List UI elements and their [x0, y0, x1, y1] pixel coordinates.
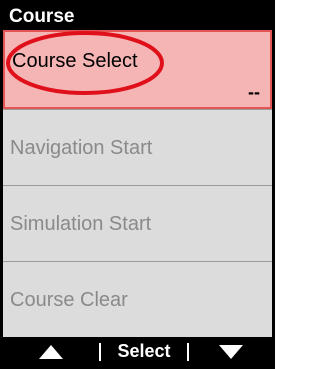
down-button[interactable] [189, 337, 272, 366]
menu-item-simulation-start[interactable]: Simulation Start [3, 185, 272, 261]
page-title: Course [3, 3, 272, 30]
menu-item-value: -- [248, 82, 260, 102]
menu-item-label: Navigation Start [10, 137, 153, 159]
menu-item-label: Course Select [12, 50, 138, 72]
menu-item-label: Simulation Start [10, 213, 152, 235]
triangle-down-icon [218, 344, 243, 359]
menu-item-course-clear[interactable]: Course Clear [3, 261, 272, 337]
menu-item-course-select[interactable]: Course Select -- [3, 30, 272, 109]
select-button-label: Select [117, 341, 171, 361]
menu-item-label: Course Clear [10, 289, 128, 311]
course-menu: Course Select -- Navigation Start Simula… [3, 30, 272, 337]
select-button[interactable]: Select [101, 337, 187, 366]
soft-key-bar: Select [3, 337, 272, 366]
page-title-text: Course [9, 6, 75, 27]
triangle-up-icon [39, 344, 63, 359]
menu-item-navigation-start[interactable]: Navigation Start [3, 109, 272, 185]
up-button[interactable] [3, 337, 99, 366]
